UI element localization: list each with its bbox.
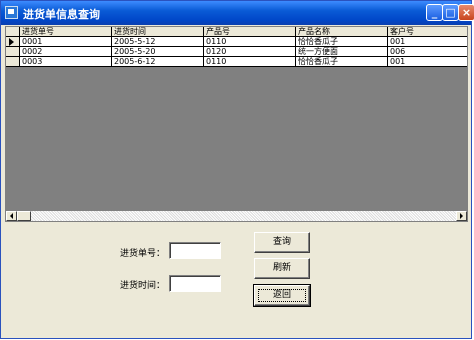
header-corner: [6, 27, 20, 37]
scroll-thumb[interactable]: [17, 211, 31, 221]
table-cell[interactable]: 2005-5-20: [112, 47, 204, 57]
table-cell[interactable]: 0002: [20, 47, 112, 57]
column-header-customer-no[interactable]: 客户号: [388, 27, 467, 37]
scroll-track[interactable]: [31, 211, 456, 221]
order-no-label: 进货单号：: [120, 249, 166, 259]
data-grid[interactable]: 进货单号 进货时间 产品号 产品名称 客户号 0001 2005-5-12 01…: [5, 26, 468, 222]
query-button[interactable]: 查询: [254, 232, 310, 253]
current-row-arrow-icon: [9, 38, 14, 46]
table-cell[interactable]: 恰恰香瓜子: [296, 37, 388, 47]
column-header-product-no[interactable]: 产品号: [204, 27, 296, 37]
date-label: 进货时间：: [120, 281, 166, 291]
column-header-order-no[interactable]: 进货单号: [20, 27, 112, 37]
table-cell[interactable]: 2005-6-12: [112, 57, 204, 67]
table-cell[interactable]: 0003: [20, 57, 112, 67]
back-button[interactable]: 返回: [253, 284, 311, 307]
row-selector[interactable]: [6, 37, 20, 47]
title-bar[interactable]: 进货单信息查询 _ □ ×: [1, 1, 474, 25]
horizontal-scrollbar[interactable]: [5, 210, 468, 222]
table-cell[interactable]: 统一方便面: [296, 47, 388, 57]
window-title: 进货单信息查询: [23, 8, 100, 21]
scroll-right-arrow-icon[interactable]: [456, 211, 467, 221]
table-cell[interactable]: 001: [388, 37, 467, 47]
maximize-button[interactable]: □: [442, 4, 459, 21]
minimize-button[interactable]: _: [426, 4, 443, 21]
table-cell[interactable]: 0110: [204, 57, 296, 67]
row-selector[interactable]: [6, 47, 20, 57]
table-cell[interactable]: 0001: [20, 37, 112, 47]
table-cell[interactable]: 2005-5-12: [112, 37, 204, 47]
table-cell[interactable]: 006: [388, 47, 467, 57]
refresh-button[interactable]: 刷新: [254, 258, 310, 279]
table-cell[interactable]: 0120: [204, 47, 296, 57]
column-header-date[interactable]: 进货时间: [112, 27, 204, 37]
order-no-input[interactable]: [169, 242, 221, 259]
table-cell[interactable]: 恰恰香瓜子: [296, 57, 388, 67]
scroll-left-arrow-icon[interactable]: [6, 211, 17, 221]
table-cell[interactable]: 0110: [204, 37, 296, 47]
date-input[interactable]: [169, 275, 221, 292]
row-selector[interactable]: [6, 57, 20, 67]
close-button[interactable]: ×: [458, 4, 474, 21]
table-cell[interactable]: 001: [388, 57, 467, 67]
app-icon: [5, 6, 18, 19]
column-header-product-name[interactable]: 产品名称: [296, 27, 388, 37]
